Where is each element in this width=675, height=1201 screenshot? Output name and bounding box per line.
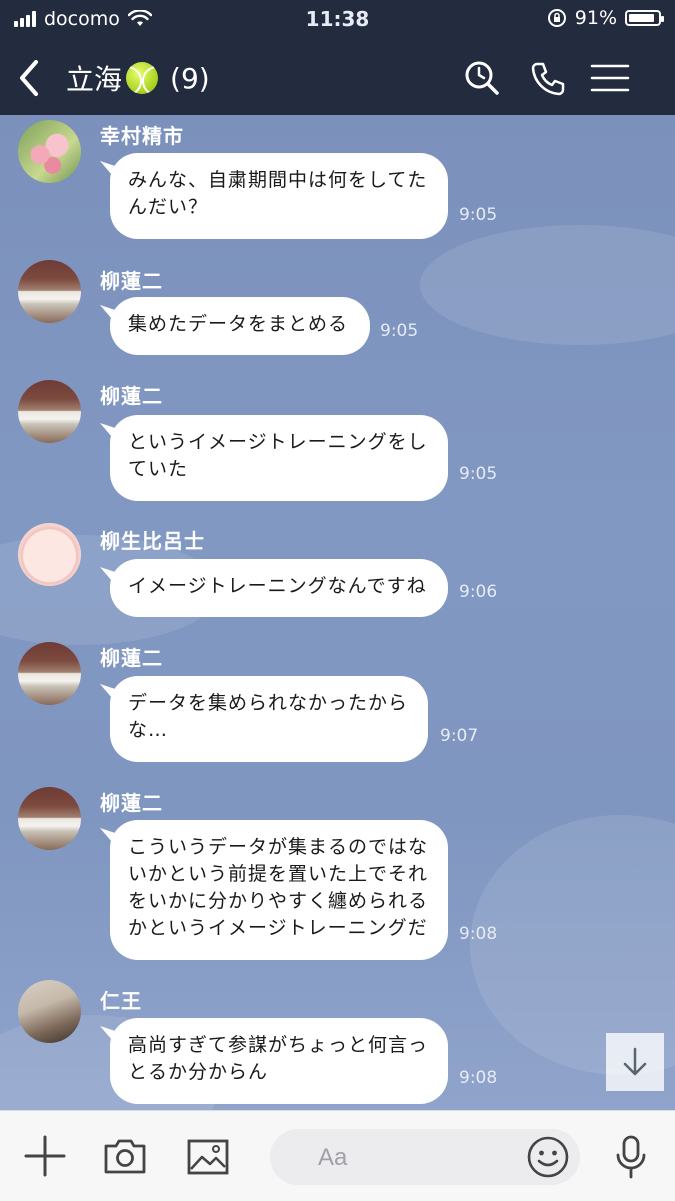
- message-input-field[interactable]: [270, 1129, 580, 1185]
- battery-percent: 91%: [574, 7, 617, 29]
- cards-avatar[interactable]: [18, 980, 81, 1043]
- book-avatar[interactable]: [18, 380, 81, 443]
- battery-icon: [625, 10, 664, 26]
- sender-name: 柳蓮二: [100, 269, 163, 293]
- back-icon[interactable]: [12, 56, 48, 100]
- message-time: 9:07: [440, 726, 479, 746]
- message-bubble[interactable]: データを集められなかったからな…: [110, 676, 428, 762]
- message-time: 9:05: [380, 321, 419, 341]
- phone-icon[interactable]: [526, 56, 570, 100]
- scroll-down-icon[interactable]: [606, 1033, 664, 1091]
- plus-icon[interactable]: [22, 1133, 68, 1179]
- search-icon[interactable]: [460, 56, 504, 100]
- member-count: (9): [170, 61, 210, 95]
- message-bubble[interactable]: こういうデータが集まるのではないかという前提を置いた上でそれをいかに分かりやすく…: [110, 820, 448, 960]
- message-bubble[interactable]: イメージトレーニングなんですね: [110, 559, 448, 617]
- sender-name: 柳蓮二: [100, 646, 163, 670]
- book-avatar[interactable]: [18, 260, 81, 323]
- message-bubble[interactable]: みんな、自粛期間中は何をしてたんだい？: [110, 153, 448, 239]
- message-bubble[interactable]: というイメージトレーニングをしていた: [110, 415, 448, 501]
- chat-area[interactable]: 幸村精市 みんな、自粛期間中は何をしてたんだい？ 9:05 柳蓮二 集めたデータ…: [0, 115, 675, 1110]
- message-bubble[interactable]: 高尚すぎて参謀がちょっと何言っとるか分からん: [110, 1018, 448, 1104]
- book-avatar[interactable]: [18, 642, 81, 705]
- message-time: 9:06: [459, 582, 498, 602]
- message-time: 9:05: [459, 464, 498, 484]
- top-bar: docomo 11:38 91% 立海 (9): [0, 0, 675, 115]
- menu-icon[interactable]: [588, 56, 632, 100]
- emoji-icon[interactable]: [526, 1135, 570, 1179]
- message-input[interactable]: [316, 1141, 510, 1175]
- sender-name: 柳蓮二: [100, 791, 163, 815]
- message-bubble[interactable]: 集めたデータをまとめる: [110, 297, 370, 355]
- sender-name: 柳蓮二: [100, 384, 163, 408]
- glasses-avatar[interactable]: [18, 523, 81, 586]
- message-time: 9:05: [459, 205, 498, 225]
- book-avatar[interactable]: [18, 787, 81, 850]
- room-name: 立海: [66, 63, 123, 96]
- message-time: 9:08: [459, 1068, 498, 1088]
- sender-name: 柳生比呂士: [100, 529, 205, 553]
- flower-avatar[interactable]: [18, 120, 81, 183]
- camera-icon[interactable]: [102, 1133, 148, 1179]
- background-cloud: [420, 225, 675, 345]
- message-time: 9:08: [459, 924, 498, 944]
- chat-title[interactable]: 立海 (9): [66, 58, 210, 98]
- sender-name: 幸村精市: [100, 124, 184, 148]
- input-bar: [0, 1110, 675, 1201]
- tennis-ball-icon: [126, 62, 159, 94]
- image-icon[interactable]: [185, 1133, 231, 1179]
- microphone-icon[interactable]: [608, 1133, 654, 1179]
- sender-name: 仁王: [100, 989, 142, 1013]
- rotation-lock-icon: [547, 9, 566, 27]
- chat-header: 立海 (9): [0, 48, 675, 108]
- status-bar: docomo 11:38 91%: [0, 0, 675, 38]
